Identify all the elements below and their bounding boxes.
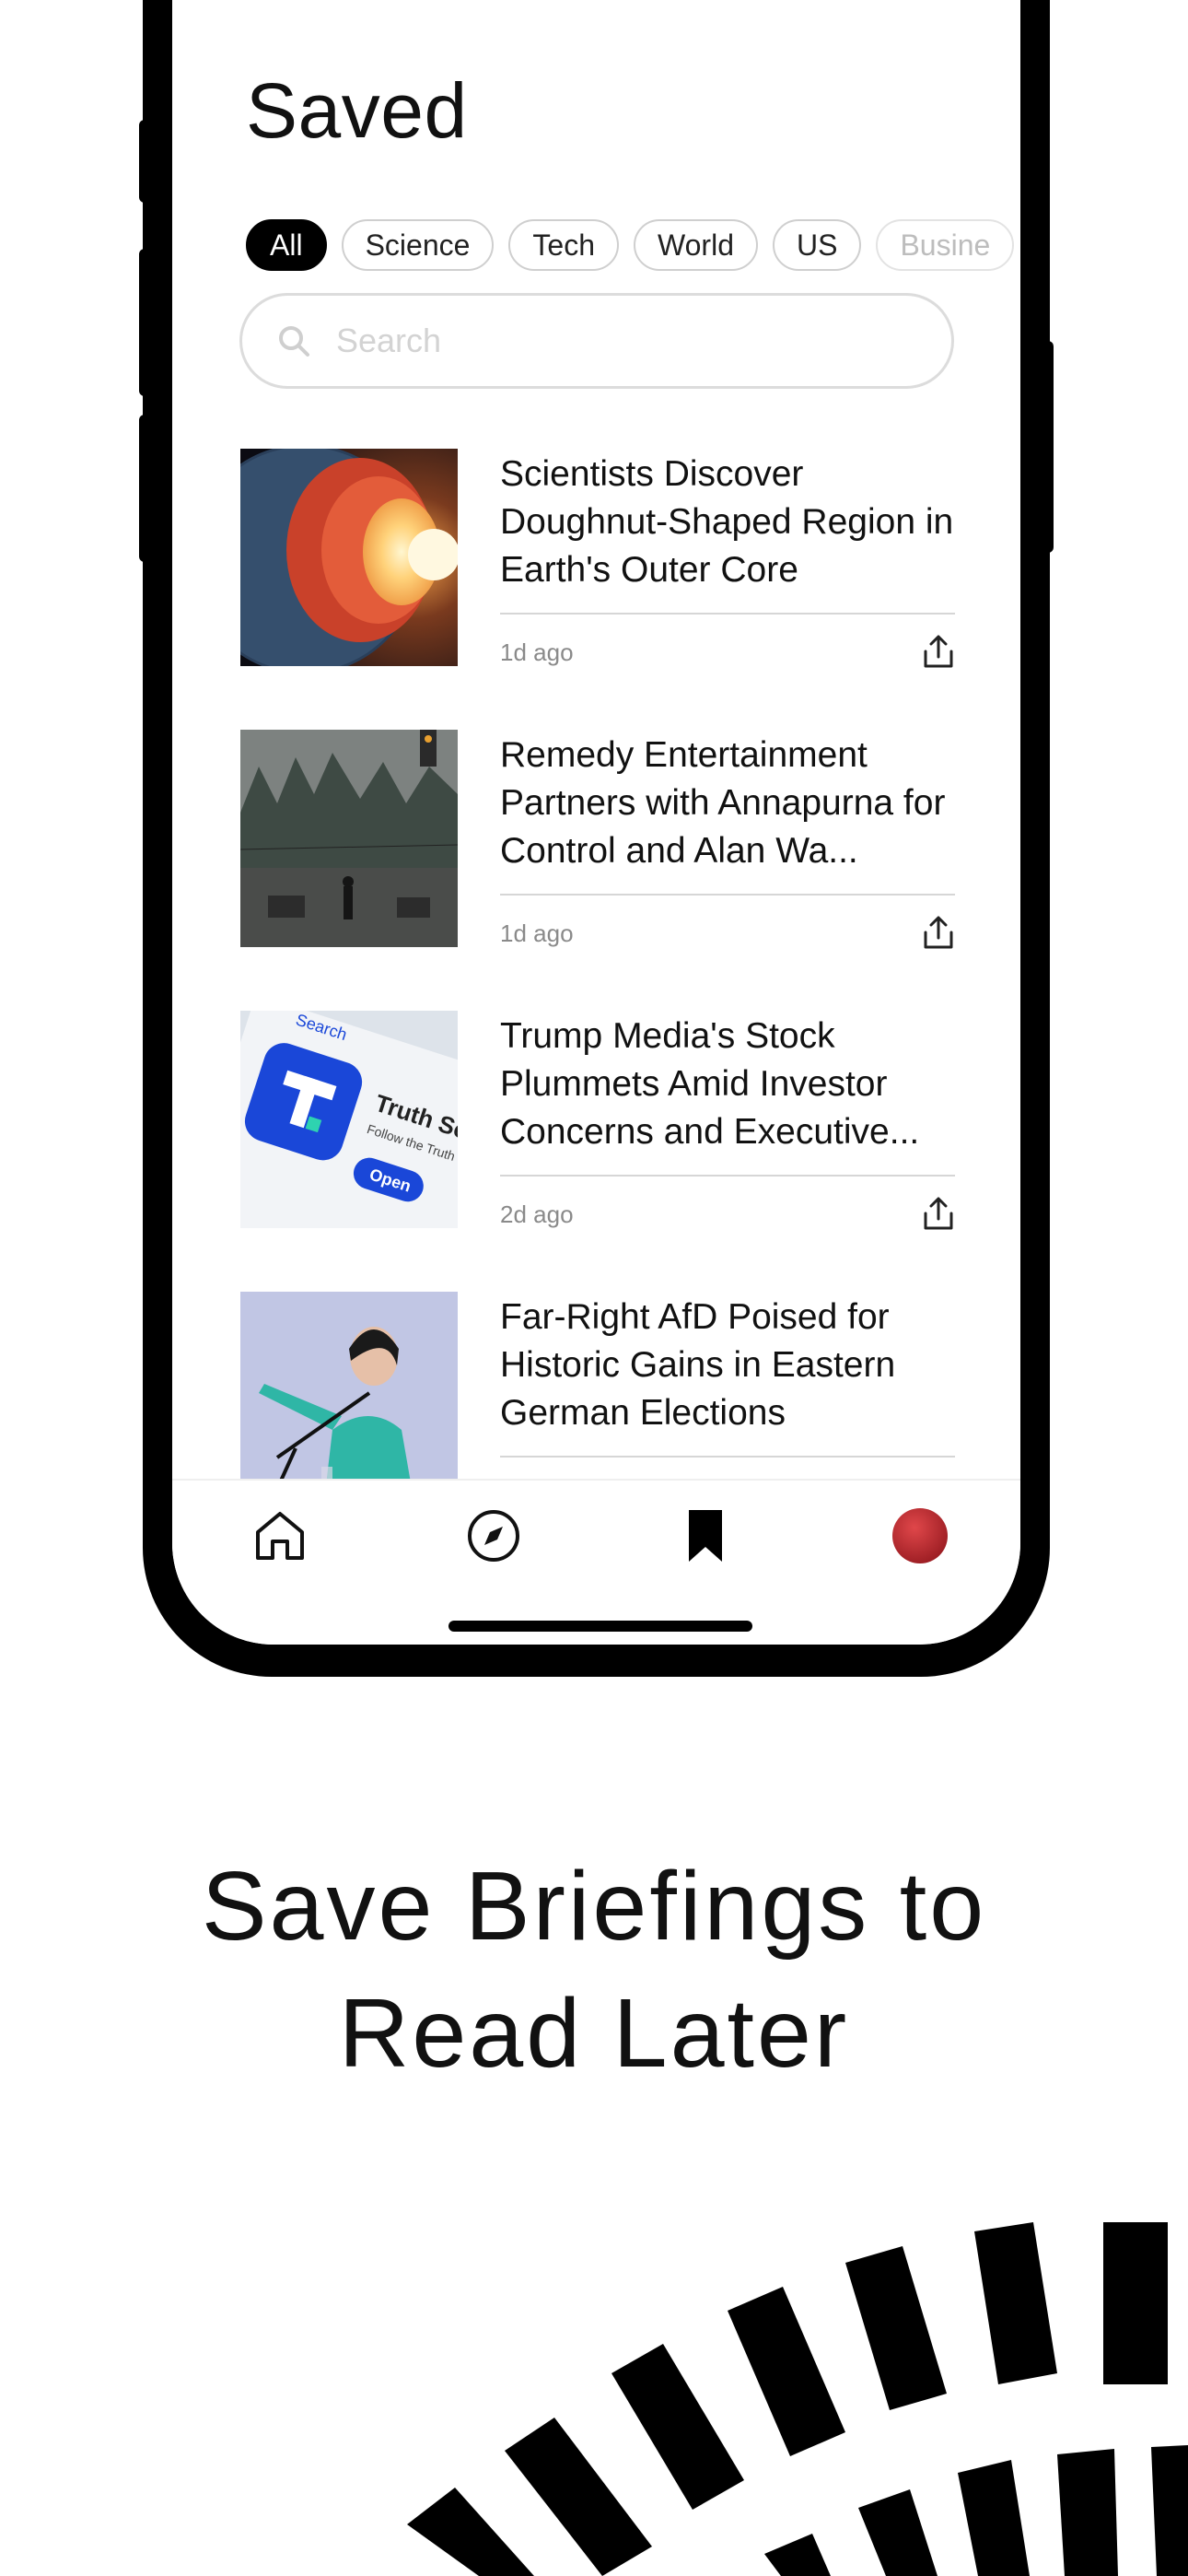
truth-social-thumbnail: Search Truth Soc Follow the Truth Open bbox=[240, 1011, 458, 1228]
share-icon[interactable] bbox=[922, 633, 955, 670]
article-item[interactable]: Remedy Entertainment Partners with Annap… bbox=[240, 730, 955, 949]
article-headline: Scientists Discover Doughnut-Shaped Regi… bbox=[500, 454, 954, 590]
chip-all[interactable]: All bbox=[246, 219, 327, 271]
page-title: Saved bbox=[246, 67, 468, 154]
promo-line-2: Read Later bbox=[338, 1979, 850, 2088]
promo-line-1: Save Briefings to bbox=[201, 1852, 987, 1961]
article-headline: Far-Right AfD Poised for Historic Gains … bbox=[500, 1297, 896, 1433]
article-headline: Trump Media's Stock Plummets Amid Invest… bbox=[500, 1016, 920, 1152]
afd-politician-thumbnail bbox=[240, 1292, 458, 1509]
search-bar[interactable] bbox=[239, 293, 954, 389]
avatar bbox=[892, 1508, 948, 1563]
filter-chips: All Science Tech World US Busine bbox=[246, 219, 1020, 271]
article-item[interactable]: Search Truth Soc Follow the Truth Open T… bbox=[240, 1011, 955, 1230]
divider bbox=[500, 1456, 955, 1458]
earth-core-thumbnail bbox=[240, 449, 458, 666]
tab-discover[interactable] bbox=[460, 1503, 527, 1569]
decorative-sunburst bbox=[407, 2222, 1188, 2576]
tab-profile[interactable] bbox=[887, 1503, 953, 1569]
home-indicator bbox=[448, 1621, 752, 1632]
article-headline: Remedy Entertainment Partners with Annap… bbox=[500, 735, 946, 871]
power-button bbox=[1041, 341, 1054, 553]
divider bbox=[500, 613, 955, 615]
divider bbox=[500, 894, 955, 896]
divider bbox=[500, 1175, 955, 1177]
share-icon[interactable] bbox=[922, 1195, 955, 1232]
article-item[interactable]: Scientists Discover Doughnut-Shaped Regi… bbox=[240, 449, 955, 668]
chip-tech[interactable]: Tech bbox=[508, 219, 619, 271]
chip-world[interactable]: World bbox=[634, 219, 758, 271]
alan-wake-thumbnail bbox=[240, 730, 458, 947]
article-time: 2d ago bbox=[500, 1200, 574, 1228]
app-screen: Saved All Science Tech World US Busine S… bbox=[172, 0, 1020, 1645]
chip-us[interactable]: US bbox=[772, 219, 862, 271]
tab-saved[interactable] bbox=[672, 1503, 739, 1569]
article-time: 1d ago bbox=[500, 638, 574, 666]
share-icon[interactable] bbox=[922, 914, 955, 951]
home-icon bbox=[256, 1512, 304, 1560]
promo-heading: Save Briefings to Read Later bbox=[0, 1843, 1188, 2097]
volume-up-button bbox=[139, 249, 152, 396]
volume-down-button bbox=[139, 415, 152, 562]
tab-bar bbox=[172, 1479, 1020, 1645]
search-icon bbox=[279, 326, 309, 357]
mute-switch bbox=[139, 120, 152, 203]
article-time: 1d ago bbox=[500, 919, 574, 947]
bookmark-icon bbox=[689, 1510, 722, 1562]
search-input[interactable] bbox=[334, 321, 854, 361]
article-item[interactable]: Far-Right AfD Poised for Historic Gains … bbox=[240, 1292, 955, 1509]
phone-frame: Saved All Science Tech World US Busine S… bbox=[139, 0, 1054, 1677]
chip-business[interactable]: Busine bbox=[876, 219, 1015, 271]
chip-science[interactable]: Science bbox=[341, 219, 495, 271]
tab-home[interactable] bbox=[247, 1503, 313, 1569]
compass-icon bbox=[468, 1510, 519, 1562]
